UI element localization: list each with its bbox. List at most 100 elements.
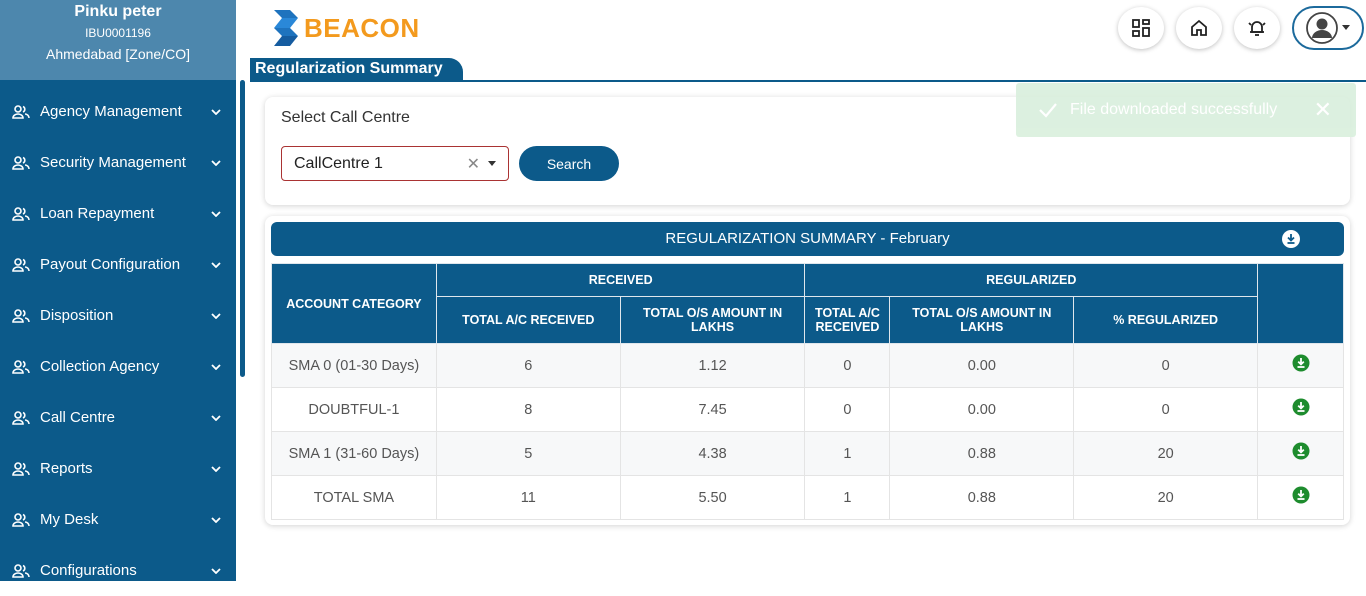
sidebar-nav: Agency Management Security Management Loan…: [0, 86, 236, 596]
cell-category: SMA 0 (01-30 Days): [271, 343, 437, 388]
users-icon: [12, 563, 30, 578]
col-total-os-amount: TOTAL O/S AMOUNT IN LAKHS: [619, 296, 806, 344]
sidebar-scrollbar[interactable]: [240, 80, 245, 377]
cell-rec-amt: 1.12: [619, 343, 806, 388]
cell-category: DOUBTFUL-1: [271, 387, 437, 432]
success-toast: File downloaded successfully ✕: [1016, 83, 1356, 137]
col-pct-regularized: % REGULARIZED: [1073, 296, 1259, 344]
sidebar-item-label: Collection Agency: [40, 358, 160, 375]
table-row: TOTAL SMA 11 5.50 1 0.88 20: [271, 475, 1344, 520]
sidebar-item[interactable]: Disposition: [0, 290, 236, 341]
sidebar-item-label: Security Management: [40, 154, 186, 171]
cell-download: [1257, 343, 1344, 388]
sidebar-item-label: Reports: [40, 460, 93, 477]
sidebar-item-label: Agency Management: [40, 103, 182, 120]
home-icon: [1191, 19, 1207, 36]
sidebar-item-label: Call Centre: [40, 409, 116, 426]
cell-category: TOTAL SMA: [271, 475, 437, 520]
cell-pct: 20: [1073, 431, 1259, 476]
sidebar-item-label: My Desk: [40, 511, 99, 528]
cell-pct: 20: [1073, 475, 1259, 520]
sidebar-item[interactable]: Security Management: [0, 137, 236, 188]
cell-reg-ac: 0: [804, 343, 891, 388]
col-total-ac-received: TOTAL A/C RECEIVED: [435, 296, 621, 344]
clear-icon[interactable]: ✕: [467, 154, 480, 174]
download-icon[interactable]: [1292, 398, 1310, 416]
cell-category: SMA 1 (31-60 Days): [271, 431, 437, 476]
cell-download: [1257, 387, 1344, 432]
cell-pct: 0: [1073, 343, 1259, 388]
call-centre-label: Select Call Centre: [281, 109, 410, 126]
user-menu-button[interactable]: [1292, 6, 1364, 50]
summary-table: ACCOUNT CATEGORY RECEIVED REGULARIZED TO…: [271, 263, 1344, 520]
sidebar-item[interactable]: Configurations: [0, 545, 236, 596]
col-group-received: RECEIVED: [435, 263, 806, 297]
sidebar-item-label: Payout Configuration: [40, 256, 181, 273]
cell-reg-amt: 0.88: [889, 431, 1075, 476]
cell-download: [1257, 431, 1344, 476]
summary-header: REGULARIZATION SUMMARY - February: [271, 222, 1344, 256]
page-title: Regularization Summary: [250, 58, 463, 80]
col-download: [1257, 263, 1344, 344]
sidebar-item[interactable]: Agency Management: [0, 86, 236, 137]
col-reg-total-ac: TOTAL A/C RECEIVED: [804, 296, 891, 344]
notifications-button[interactable]: [1234, 7, 1280, 49]
sidebar-item-label: Disposition: [40, 307, 114, 324]
user-location: Ahmedabad [Zone/CO]: [46, 46, 190, 62]
col-reg-total-os-amount: TOTAL O/S AMOUNT IN LAKHS: [889, 296, 1075, 344]
sidebar-item[interactable]: Loan Repayment: [0, 188, 236, 239]
users-icon: [12, 206, 30, 221]
cell-reg-ac: 1: [804, 431, 891, 476]
download-icon[interactable]: [1292, 442, 1310, 460]
cell-rec-ac: 6: [435, 343, 621, 388]
cell-reg-amt: 0.00: [889, 343, 1075, 388]
cell-rec-ac: 11: [435, 475, 621, 520]
download-icon[interactable]: [1292, 354, 1310, 372]
cell-rec-ac: 5: [435, 431, 621, 476]
table-row: SMA 0 (01-30 Days) 6 1.12 0 0.00 0: [271, 343, 1344, 388]
summary-table-body: SMA 0 (01-30 Days) 6 1.12 0 0.00 0 DOUBTFUL-1 8…: [271, 343, 1344, 520]
download-icon[interactable]: [1282, 230, 1300, 248]
chevron-down-icon: [211, 210, 221, 217]
users-icon: [12, 359, 30, 374]
toast-message: File downloaded successfully: [1070, 101, 1278, 118]
sidebar-item[interactable]: Payout Configuration: [0, 239, 236, 290]
users-icon: [12, 155, 30, 170]
chevron-down-icon: [211, 312, 221, 319]
sidebar-item[interactable]: My Desk: [0, 494, 236, 545]
grid-icon: [1132, 19, 1150, 37]
user-avatar-icon: [1306, 12, 1338, 44]
sidebar-item[interactable]: Collection Agency: [0, 341, 236, 392]
chevron-down-icon: [211, 159, 221, 166]
apps-button[interactable]: [1118, 7, 1164, 49]
sidebar-item[interactable]: Reports: [0, 443, 236, 494]
user-profile: Pinku peter IBU0001196 Ahmedabad [Zone/C…: [0, 0, 236, 80]
download-icon[interactable]: [1292, 486, 1310, 504]
chevron-down-icon: [211, 414, 221, 421]
col-group-regularized: REGULARIZED: [804, 263, 1259, 297]
dropdown-arrow-icon[interactable]: [488, 161, 496, 166]
cell-reg-amt: 0.88: [889, 475, 1075, 520]
brand-name: BEACON: [304, 12, 420, 43]
home-button[interactable]: [1176, 7, 1222, 49]
call-centre-value: CallCentre 1: [294, 154, 383, 172]
cell-pct: 0: [1073, 387, 1259, 432]
cell-rec-ac: 8: [435, 387, 621, 432]
sidebar: Pinku peter IBU0001196 Ahmedabad [Zone/C…: [0, 0, 236, 581]
users-icon: [12, 308, 30, 323]
sidebar-item[interactable]: Call Centre: [0, 392, 236, 443]
users-icon: [12, 461, 30, 476]
users-icon: [12, 257, 30, 272]
col-account-category: ACCOUNT CATEGORY: [271, 263, 437, 344]
users-icon: [12, 104, 30, 119]
chevron-down-icon: [211, 465, 221, 472]
bell-icon: [1248, 21, 1266, 36]
search-button[interactable]: Search: [519, 146, 619, 181]
cell-rec-amt: 7.45: [619, 387, 806, 432]
sidebar-item-label: Configurations: [40, 562, 137, 579]
cell-rec-amt: 5.50: [619, 475, 806, 520]
brand-logo[interactable]: BEACON: [270, 10, 420, 46]
cell-rec-amt: 4.38: [619, 431, 806, 476]
call-centre-select[interactable]: CallCentre 1 ✕: [281, 146, 509, 181]
close-icon[interactable]: ✕: [1314, 97, 1332, 123]
